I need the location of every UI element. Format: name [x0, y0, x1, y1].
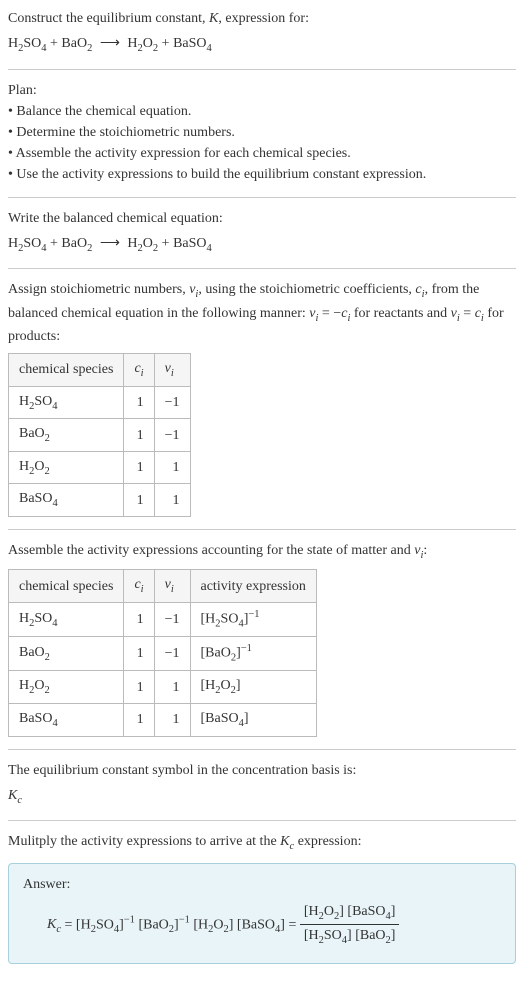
species-cell: BaO2	[9, 637, 124, 671]
table-row: BaSO4 1 1 [BaSO4]	[9, 703, 317, 736]
table-row: H2O2 1 1	[9, 451, 191, 484]
species-cell: H2O2	[9, 451, 124, 484]
activity-cell: [BaSO4]	[190, 703, 316, 736]
kc-symbol: Kc	[8, 785, 516, 809]
col-ci: ci	[124, 570, 154, 603]
nu-cell: −1	[154, 419, 190, 452]
answer-box: Answer: Kc = [H2SO4]−1 [BaO2]−1 [H2O2] […	[8, 863, 516, 964]
col-nui: νi	[154, 570, 190, 603]
text: , using the stoichiometric coefficients,	[198, 282, 415, 297]
kc-expression: Kc = [H2SO4]−1 [BaO2]−1 [H2O2] [BaSO4] =…	[23, 901, 501, 949]
plan-item: Assemble the activity expression for eac…	[8, 143, 516, 164]
main-equation: H2SO4 + BaO2 ⟶ H2O2 + BaSO4	[8, 33, 516, 57]
activity-cell: [H2O2]	[190, 671, 316, 704]
nu-cell: −1	[154, 603, 190, 637]
table-row: H2SO4 1 −1 [H2SO4]−1	[9, 603, 317, 637]
text: expression:	[294, 834, 361, 849]
nu-cell: 1	[154, 703, 190, 736]
col-activity: activity expression	[190, 570, 316, 603]
species-cell: BaSO4	[9, 484, 124, 517]
text: = −	[318, 306, 341, 321]
text: Mulitply the activity expressions to arr…	[8, 834, 280, 849]
header-line1: Construct the equilibrium constant, K, e…	[8, 8, 516, 29]
problem-header: Construct the equilibrium constant, K, e…	[8, 8, 516, 57]
c-cell: 1	[124, 451, 154, 484]
activity-section: Assemble the activity expressions accoun…	[8, 540, 516, 737]
kc-symbol-section: The equilibrium constant symbol in the c…	[8, 760, 516, 809]
species-cell: H2SO4	[9, 603, 124, 637]
c-cell: 1	[124, 637, 154, 671]
c-cell: 1	[124, 603, 154, 637]
plan-title: Plan:	[8, 80, 516, 101]
denominator: [H2SO4] [BaO2]	[300, 925, 400, 949]
species-cell: H2O2	[9, 671, 124, 704]
divider	[8, 69, 516, 70]
divider	[8, 197, 516, 198]
table-row: H2O2 1 1 [H2O2]	[9, 671, 317, 704]
nu-cell: 1	[154, 671, 190, 704]
answer-label: Answer:	[23, 874, 501, 895]
species-cell: H2SO4	[9, 386, 124, 419]
balanced-intro: Write the balanced chemical equation:	[8, 208, 516, 229]
activity-cell: [BaO2]−1	[190, 637, 316, 671]
text: Construct the equilibrium constant,	[8, 11, 209, 26]
c-cell: 1	[124, 386, 154, 419]
table-header-row: chemical species ci νi activity expressi…	[9, 570, 317, 603]
text: for reactants and	[350, 306, 450, 321]
plan-section: Plan: Balance the chemical equation. Det…	[8, 80, 516, 185]
kc-intro: The equilibrium constant symbol in the c…	[8, 760, 516, 781]
divider	[8, 529, 516, 530]
text: :	[423, 543, 427, 558]
activity-cell: [H2SO4]−1	[190, 603, 316, 637]
col-nui: νi	[154, 354, 190, 387]
activity-intro: Assemble the activity expressions accoun…	[8, 540, 516, 564]
text: =	[460, 306, 475, 321]
fraction: [H2O2] [BaSO4] [H2SO4] [BaO2]	[300, 901, 400, 949]
nu-cell: −1	[154, 637, 190, 671]
c-cell: 1	[124, 484, 154, 517]
plan-item: Determine the stoichiometric numbers.	[8, 122, 516, 143]
stoich-section: Assign stoichiometric numbers, νi , using…	[8, 279, 516, 517]
c-cell: 1	[124, 419, 154, 452]
stoich-table: chemical species ci νi H2SO4 1 −1 BaO2 1…	[8, 353, 191, 517]
nu-cell: 1	[154, 484, 190, 517]
k-symbol: K	[209, 11, 218, 26]
plan-item: Use the activity expressions to build th…	[8, 164, 516, 185]
nu-cell: −1	[154, 386, 190, 419]
col-species: chemical species	[9, 570, 124, 603]
balanced-equation: H2SO4 + BaO2 ⟶ H2O2 + BaSO4	[8, 233, 516, 257]
plan-item: Balance the chemical equation.	[8, 101, 516, 122]
c-cell: 1	[124, 703, 154, 736]
activity-table: chemical species ci νi activity expressi…	[8, 569, 317, 736]
text: Assign stoichiometric numbers,	[8, 282, 189, 297]
table-row: BaSO4 1 1	[9, 484, 191, 517]
text: , expression for:	[218, 11, 309, 26]
text: Assemble the activity expressions accoun…	[8, 543, 414, 558]
divider	[8, 820, 516, 821]
numerator: [H2O2] [BaSO4]	[300, 901, 400, 926]
divider	[8, 749, 516, 750]
c-cell: 1	[124, 671, 154, 704]
balanced-section: Write the balanced chemical equation: H2…	[8, 208, 516, 257]
multiply-section: Mulitply the activity expressions to arr…	[8, 831, 516, 964]
plan-list: Balance the chemical equation. Determine…	[8, 101, 516, 185]
multiply-intro: Mulitply the activity expressions to arr…	[8, 831, 516, 855]
col-ci: ci	[124, 354, 154, 387]
nu-cell: 1	[154, 451, 190, 484]
divider	[8, 268, 516, 269]
species-cell: BaO2	[9, 419, 124, 452]
species-cell: BaSO4	[9, 703, 124, 736]
arrow-icon: ⟶	[100, 233, 120, 254]
table-header-row: chemical species ci νi	[9, 354, 191, 387]
stoich-intro: Assign stoichiometric numbers, νi, using…	[8, 279, 516, 347]
table-row: H2SO4 1 −1	[9, 386, 191, 419]
table-row: BaO2 1 −1	[9, 419, 191, 452]
table-row: BaO2 1 −1 [BaO2]−1	[9, 637, 317, 671]
arrow-icon: ⟶	[100, 33, 120, 54]
col-species: chemical species	[9, 354, 124, 387]
